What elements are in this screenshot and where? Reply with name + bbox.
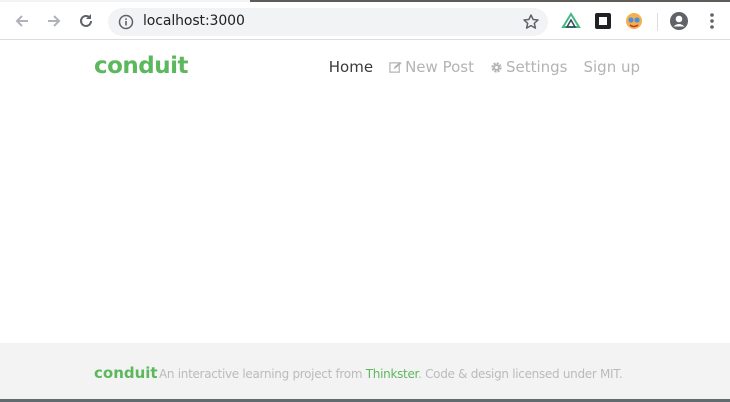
reload-icon <box>80 14 92 27</box>
footer-text-before: An interactive learning project from <box>159 367 366 381</box>
forward-button[interactable] <box>40 7 68 35</box>
site-footer: conduit An interactive learning project … <box>0 343 730 399</box>
nav-home-label: Home <box>328 58 374 76</box>
nav-new-post-label: New Post <box>405 58 474 76</box>
reload-button[interactable] <box>72 7 100 35</box>
nav-sign-up[interactable]: Sign up <box>583 58 640 76</box>
bookmark-star-icon[interactable] <box>522 13 540 31</box>
back-button[interactable] <box>8 7 36 35</box>
nav-sign-up-label: Sign up <box>583 58 640 76</box>
brand-logo[interactable]: conduit <box>94 53 189 79</box>
address-bar[interactable]: localhost:3000 <box>108 8 548 36</box>
vue-devtools-extension-icon[interactable] <box>561 11 581 31</box>
profile-avatar-icon[interactable] <box>669 11 689 31</box>
nav-new-post[interactable]: New Post <box>389 58 474 76</box>
nav-settings-label: Settings <box>505 58 568 76</box>
forward-arrow-icon <box>48 15 61 27</box>
glasses-extension-icon[interactable] <box>624 11 644 31</box>
toolbar-separator <box>657 13 658 31</box>
browser-menu-icon[interactable] <box>702 11 722 31</box>
edit-icon <box>389 61 402 73</box>
site-navbar: conduit Home New Post Settings Sign up <box>0 40 730 96</box>
url-text: localhost:3000 <box>143 13 245 29</box>
footer-brand[interactable]: conduit <box>94 364 158 382</box>
browser-toolbar: localhost:3000 <box>0 2 730 40</box>
footer-text-after: . Code & design licensed under MIT. <box>418 367 623 381</box>
thinkster-link[interactable]: Thinkster <box>366 367 419 381</box>
back-arrow-icon <box>15 15 28 27</box>
gear-icon <box>491 61 502 73</box>
nav-home[interactable]: Home <box>329 58 373 76</box>
square-extension-icon[interactable] <box>593 11 613 31</box>
nav-links: Home New Post Settings Sign up <box>329 58 640 76</box>
footer-attribution: An interactive learning project from Thi… <box>159 367 623 381</box>
nav-settings[interactable]: Settings <box>490 58 568 76</box>
info-icon[interactable] <box>118 14 134 30</box>
